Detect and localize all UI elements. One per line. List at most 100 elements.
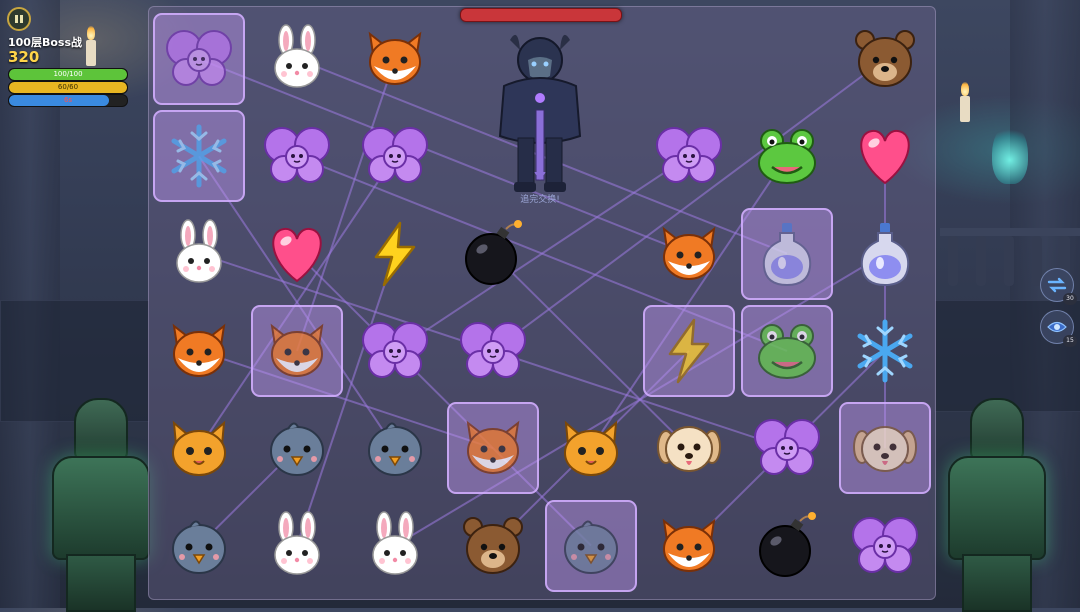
heart-icon xyxy=(262,219,332,289)
energy-bar: 60/60 xyxy=(8,81,128,94)
eye-icon xyxy=(1047,321,1067,333)
tile-rabbit-r3c1[interactable] xyxy=(153,208,245,300)
tile-butterfly-r6c8[interactable] xyxy=(839,500,931,592)
lightning-icon xyxy=(654,316,724,386)
green-flame-icon xyxy=(992,124,1028,184)
cat-icon xyxy=(556,413,626,483)
tile-bird-r6c5[interactable] xyxy=(545,499,637,592)
boss-knight[interactable] xyxy=(490,26,590,198)
boss-health-bar xyxy=(460,8,622,22)
tile-fox-r5c4[interactable] xyxy=(447,402,539,495)
tile-rabbit-r6c3[interactable] xyxy=(349,500,441,592)
timer-text: 6s xyxy=(63,96,73,104)
tile-fox-r6c6[interactable] xyxy=(643,500,735,592)
rabbit-icon xyxy=(262,510,332,581)
tile-fox-r1c3[interactable] xyxy=(349,13,441,105)
fox-icon xyxy=(458,413,528,483)
butterfly-icon xyxy=(654,121,724,191)
swap-arrows-icon xyxy=(1047,277,1067,293)
tile-lightning-r3c3[interactable] xyxy=(349,208,441,300)
butterfly-icon xyxy=(850,511,920,581)
frog-icon xyxy=(752,316,822,386)
tile-puppy-r5c6[interactable] xyxy=(643,402,735,494)
bear-icon xyxy=(458,511,528,581)
fox-icon xyxy=(360,24,430,94)
tile-heart-r3c2[interactable] xyxy=(251,208,343,300)
tile-potion-r3c8[interactable] xyxy=(839,208,931,300)
tile-cat-r5c5[interactable] xyxy=(545,402,637,494)
knight-statue-right xyxy=(930,398,1060,612)
tile-butterfly-r2c3[interactable] xyxy=(349,110,441,202)
butterfly-icon xyxy=(262,121,332,191)
score-value: 320 xyxy=(8,48,40,66)
fox-icon xyxy=(654,511,724,581)
tile-butterfly-r2c6[interactable] xyxy=(643,110,735,202)
tile-snowflake-r2c1[interactable] xyxy=(153,110,245,203)
fox-icon xyxy=(654,219,724,289)
bear-icon xyxy=(850,24,920,94)
tile-heart-r2c8[interactable] xyxy=(839,110,931,202)
bird-icon xyxy=(360,413,430,483)
tile-bear-r1c8[interactable] xyxy=(839,13,931,105)
tile-puppy-r5c8[interactable] xyxy=(839,402,931,495)
tile-bomb-r3c4[interactable] xyxy=(447,208,539,300)
bomb-icon xyxy=(458,219,528,289)
tile-potion-r3c7[interactable] xyxy=(741,207,833,300)
tile-butterfly-r4c3[interactable] xyxy=(349,305,441,397)
tile-butterfly-r1c1[interactable] xyxy=(153,13,245,105)
tile-bird-r5c2[interactable] xyxy=(251,402,343,494)
tile-bird-r6c1[interactable] xyxy=(153,500,245,592)
tile-lightning-r4c6[interactable] xyxy=(643,304,735,397)
butterfly-icon xyxy=(360,316,430,386)
tile-bird-r5c3[interactable] xyxy=(349,402,441,494)
reveal-count: 15 xyxy=(1063,335,1077,347)
butterfly-icon xyxy=(458,316,528,386)
tile-butterfly-r4c4[interactable] xyxy=(447,305,539,397)
bird-icon xyxy=(556,511,626,581)
fox-icon xyxy=(262,316,332,386)
tile-bomb-r6c7[interactable] xyxy=(741,500,833,592)
cat-icon xyxy=(164,413,234,483)
knight-statue-left xyxy=(34,398,164,612)
butterfly-icon xyxy=(360,121,430,191)
tile-butterfly-r2c2[interactable] xyxy=(251,110,343,202)
swap-count: 30 xyxy=(1063,293,1077,305)
bird-icon xyxy=(262,413,332,483)
tile-rabbit-r6c2[interactable] xyxy=(251,500,343,592)
tile-fox-r4c1[interactable] xyxy=(153,305,245,397)
pause-button[interactable] xyxy=(7,7,31,31)
snowflake-icon xyxy=(850,316,920,386)
energy-text: 60/60 xyxy=(57,83,79,91)
pause-icon xyxy=(15,15,18,23)
hp-text: 100/100 xyxy=(53,70,83,78)
lightning-icon xyxy=(360,219,430,289)
tile-bear-r6c4[interactable] xyxy=(447,500,539,592)
candle-icon xyxy=(86,26,96,66)
tile-frog-r4c7[interactable] xyxy=(741,304,833,397)
timer-bar: 6s xyxy=(8,94,128,107)
tile-butterfly-r5c7[interactable] xyxy=(741,402,833,494)
hp-bar: 100/100 xyxy=(8,68,128,81)
tile-snowflake-r4c8[interactable] xyxy=(839,305,931,397)
tile-fox-r3c6[interactable] xyxy=(643,208,735,300)
tile-cat-r5c1[interactable] xyxy=(153,402,245,494)
rabbit-icon xyxy=(262,24,332,94)
puppy-icon xyxy=(850,413,920,483)
candle-icon xyxy=(960,82,970,122)
fox-icon xyxy=(164,316,234,386)
butterfly-icon xyxy=(164,24,234,94)
bomb-icon xyxy=(752,511,822,581)
butterfly-icon xyxy=(752,413,822,483)
heart-icon xyxy=(850,121,920,191)
swap-button[interactable]: 30 xyxy=(1040,268,1077,305)
tile-rabbit-r1c2[interactable] xyxy=(251,13,343,105)
reveal-button[interactable]: 15 xyxy=(1040,310,1077,347)
frog-icon xyxy=(752,121,822,191)
snowflake-icon xyxy=(164,121,234,191)
puppy-icon xyxy=(654,413,724,483)
potion-icon xyxy=(752,219,822,289)
tile-fox-r4c2[interactable] xyxy=(251,304,343,397)
bird-icon xyxy=(164,511,234,581)
boss-caption: 追完交换! xyxy=(520,195,560,205)
tile-frog-r2c7[interactable] xyxy=(741,110,833,202)
